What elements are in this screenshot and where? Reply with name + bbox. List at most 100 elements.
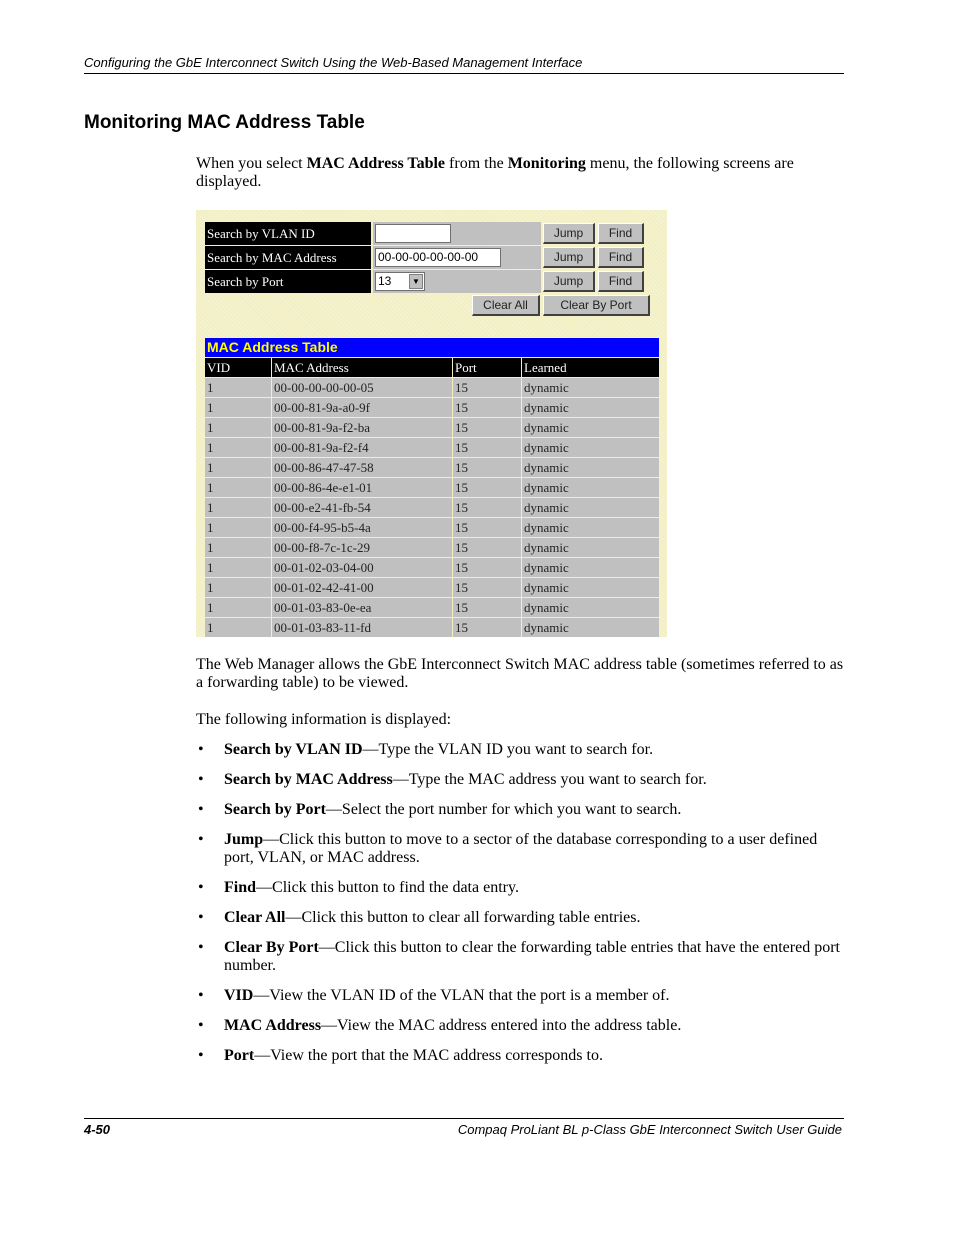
learned-cell: dynamic	[521, 537, 659, 558]
vid-cell: 1	[205, 457, 272, 478]
table-row: 1 00-00-81-9a-a0-9f 15 dynamic	[205, 397, 659, 418]
bullet-term: Find	[224, 879, 257, 896]
table-row: 1 00-00-00-00-00-05 15 dynamic	[205, 377, 659, 398]
table-row: 1 00-00-86-47-47-58 15 dynamic	[205, 457, 659, 478]
port-select[interactable]: 13 ▼	[375, 272, 425, 291]
bullet-icon: •	[198, 909, 204, 926]
column-header-port: Port	[452, 358, 522, 378]
port-jump-button[interactable]: Jump	[543, 271, 595, 292]
mac-address-cell: 00-00-f8-7c-1c-29	[271, 537, 453, 558]
table-row: 1 00-01-02-03-04-00 15 dynamic	[205, 557, 659, 578]
mac-address-cell: 00-00-86-47-47-58	[271, 457, 453, 478]
vid-cell: 1	[205, 477, 272, 498]
dropdown-arrow-icon[interactable]: ▼	[409, 274, 423, 289]
section-title: Monitoring MAC Address Table	[84, 112, 365, 133]
port-cell: 15	[452, 597, 522, 618]
mac-address-table-screenshot: Search by VLAN ID Jump Find Search by MA…	[196, 210, 667, 637]
table-row: 1 00-00-86-4e-e1-01 15 dynamic	[205, 477, 659, 498]
mac-address-table: VID MAC Address Port Learned 1 00-00-00-0…	[205, 358, 659, 637]
bullet-term: VID	[224, 987, 254, 1004]
mac-address-cell: 00-00-81-9a-a0-9f	[271, 397, 453, 418]
column-header-mac-address: MAC Address	[271, 358, 453, 378]
intro-text: When you select	[196, 155, 307, 172]
info-lead-paragraph: The following information is displayed:	[196, 711, 452, 728]
clear-by-port-button[interactable]: Clear By Port	[543, 295, 650, 316]
port-cell: 15	[452, 457, 522, 478]
table-row: 1 00-00-e2-41-fb-54 15 dynamic	[205, 497, 659, 518]
learned-cell: dynamic	[521, 457, 659, 478]
table-row: 1 00-01-02-42-41-00 15 dynamic	[205, 577, 659, 598]
bullet-description: —View the port that the MAC address corr…	[254, 1047, 603, 1064]
bullet-icon: •	[198, 1017, 204, 1034]
vid-cell: 1	[205, 537, 272, 558]
port-cell: 15	[452, 497, 522, 518]
learned-cell: dynamic	[521, 617, 659, 637]
list-item: • Port—View the port that the MAC address…	[196, 1047, 846, 1065]
bullet-description: —Type the VLAN ID you want to search for…	[362, 741, 654, 758]
vid-cell: 1	[205, 417, 272, 438]
bullet-term: Clear By Port	[224, 939, 319, 956]
mac-address-cell: 00-01-03-83-0e-ea	[271, 597, 453, 618]
bullet-term: Search by Port	[224, 801, 326, 818]
search-mac-label: Search by MAC Address	[205, 246, 371, 269]
vid-cell: 1	[205, 377, 272, 398]
search-port-cell: 13 ▼	[373, 270, 541, 293]
intro-bold-mac-table: MAC Address Table	[306, 155, 446, 172]
list-item: • Search by VLAN ID—Type the VLAN ID you …	[196, 741, 846, 759]
bullet-description: —View the VLAN ID of the VLAN that the p…	[253, 987, 670, 1004]
bullet-icon: •	[198, 1047, 204, 1064]
learned-cell: dynamic	[521, 557, 659, 578]
bullet-term: Port	[224, 1047, 255, 1064]
mac-address-cell: 00-00-f4-95-b5-4a	[271, 517, 453, 538]
learned-cell: dynamic	[521, 397, 659, 418]
search-vlan-label: Search by VLAN ID	[205, 222, 371, 245]
list-item: • Search by Port—Select the port number f…	[196, 801, 846, 819]
table-header-row: VID MAC Address Port Learned	[205, 358, 659, 378]
mac-address-cell: 00-00-e2-41-fb-54	[271, 497, 453, 518]
list-item: • Clear All—Click this button to clear al…	[196, 909, 846, 927]
bullet-icon: •	[198, 879, 204, 896]
mac-table-title: MAC Address Table	[205, 338, 659, 357]
vid-cell: 1	[205, 497, 272, 518]
vid-cell: 1	[205, 437, 272, 458]
port-cell: 15	[452, 577, 522, 598]
mac-jump-button[interactable]: Jump	[543, 247, 595, 268]
port-cell: 15	[452, 437, 522, 458]
search-mac-cell: 00-00-00-00-00-00	[373, 246, 541, 269]
bullet-term: Clear All	[224, 909, 286, 926]
description-paragraph: The Web Manager allows the GbE Interconn…	[196, 656, 844, 691]
mac-address-input[interactable]: 00-00-00-00-00-00	[375, 248, 501, 267]
bullet-term: Jump	[224, 831, 264, 848]
clear-all-button[interactable]: Clear All	[472, 295, 540, 316]
table-row: 1 00-01-03-83-0e-ea 15 dynamic	[205, 597, 659, 618]
bullet-description: —View the MAC address entered into the a…	[321, 1017, 682, 1034]
port-cell: 15	[452, 617, 522, 637]
vlan-id-input[interactable]	[375, 224, 451, 243]
table-row: 1 00-00-81-9a-f2-ba 15 dynamic	[205, 417, 659, 438]
bullet-description: —Click this button to find the data entr…	[256, 879, 519, 896]
mac-address-cell: 00-00-81-9a-f2-f4	[271, 437, 453, 458]
port-cell: 15	[452, 477, 522, 498]
vid-cell: 1	[205, 397, 272, 418]
vid-cell: 1	[205, 557, 272, 578]
port-cell: 15	[452, 397, 522, 418]
running-footer: 4-50 Compaq ProLiant BL p-Class GbE Inte…	[84, 1118, 844, 1137]
vlan-jump-button[interactable]: Jump	[543, 223, 595, 244]
mac-address-cell: 00-00-81-9a-f2-ba	[271, 417, 453, 438]
learned-cell: dynamic	[521, 477, 659, 498]
running-header: Configuring the GbE Interconnect Switch …	[84, 55, 844, 74]
port-find-button[interactable]: Find	[598, 271, 644, 292]
bullet-description: —Select the port number for which you wa…	[325, 801, 682, 818]
search-port-label: Search by Port	[205, 270, 371, 293]
mac-find-button[interactable]: Find	[598, 247, 644, 268]
vid-cell: 1	[205, 597, 272, 618]
bullet-term: Search by MAC Address	[224, 771, 393, 788]
vlan-find-button[interactable]: Find	[598, 223, 644, 244]
bullet-term: MAC Address	[224, 1017, 322, 1034]
learned-cell: dynamic	[521, 497, 659, 518]
port-cell: 15	[452, 417, 522, 438]
intro-paragraph: When you select MAC Address Table from t…	[196, 155, 846, 191]
table-row: 1 00-01-03-83-11-fd 15 dynamic	[205, 617, 659, 637]
table-row: 1 00-00-f4-95-b5-4a 15 dynamic	[205, 517, 659, 538]
intro-bold-monitoring: Monitoring	[507, 155, 586, 172]
